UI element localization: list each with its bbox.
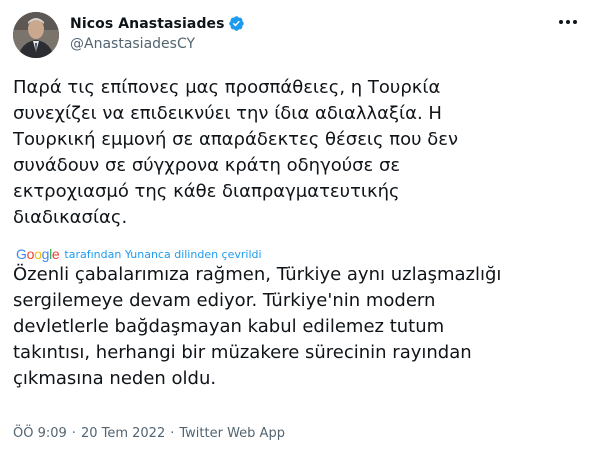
- tweet-source: Twitter Web App: [179, 426, 285, 441]
- google-logo: Google: [16, 246, 60, 262]
- verified-badge-icon: [228, 15, 245, 32]
- tweet-original-text: Παρά τις επίπονες μας προσπάθειες, η Του…: [13, 77, 459, 228]
- translation-label[interactable]: tarafından Yunanca dilinden çevrildi: [64, 248, 261, 261]
- tweet-meta: ÖÖ 9:09 · 20 Tem 2022 · Twitter Web App: [13, 426, 285, 441]
- tweet-date[interactable]: 20 Tem 2022: [81, 426, 165, 441]
- avatar[interactable]: [13, 12, 59, 58]
- meta-separator: ·: [71, 426, 76, 441]
- tweet-card: Nicos Anastasiades @AnastasiadesCY Παρά …: [0, 0, 593, 457]
- tweet-translated-text: Özenli çabalarımıza rağmen, Türkiye aynı…: [13, 264, 502, 389]
- author-display-name[interactable]: Nicos Anastasiades: [70, 16, 225, 32]
- more-options-icon[interactable]: [557, 14, 579, 30]
- tweet-header: Nicos Anastasiades @AnastasiadesCY: [13, 12, 580, 60]
- author-names: Nicos Anastasiades @AnastasiadesCY: [70, 13, 245, 52]
- translation-attribution[interactable]: Google tarafından Yunanca dilinden çevri…: [16, 245, 262, 263]
- author-handle[interactable]: @AnastasiadesCY: [70, 36, 245, 52]
- meta-separator: ·: [170, 426, 175, 441]
- tweet-time[interactable]: ÖÖ 9:09: [13, 426, 67, 441]
- display-name-row: Nicos Anastasiades: [70, 13, 245, 34]
